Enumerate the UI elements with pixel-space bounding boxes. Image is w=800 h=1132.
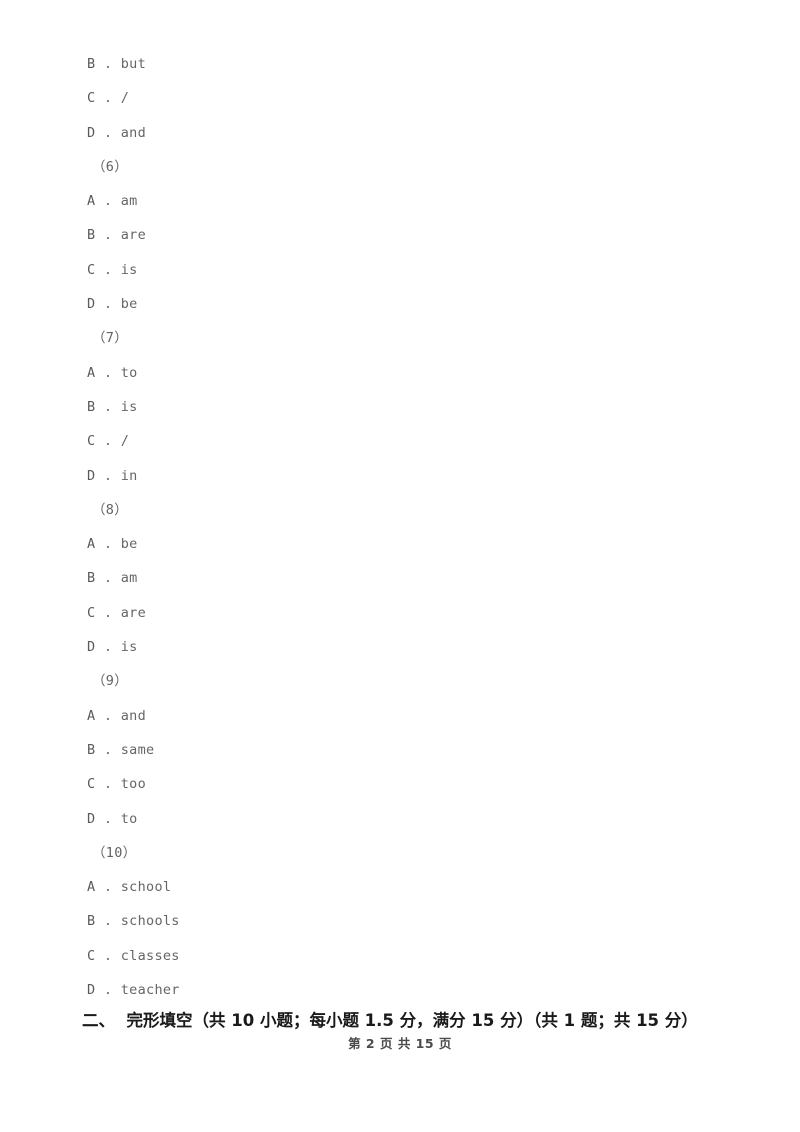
option-row: A . school [0,870,800,904]
option-row: A . and [0,699,800,733]
option-text: to [120,810,138,827]
option-separator: . [95,90,121,107]
option-separator: . [95,364,121,381]
option-row: C . too [0,767,800,801]
option-text: too [120,776,147,793]
option-separator: . [95,56,121,72]
option-text: are [120,604,147,621]
option-text: school [120,879,172,896]
option-separator: . [95,982,121,999]
option-text: to [120,364,138,381]
option-row: C . classes [0,939,800,973]
option-text: schools [120,913,180,930]
option-text: / [120,90,130,107]
question-number: （8） [92,501,129,518]
question-number: （9） [92,673,129,690]
option-separator: . [95,570,121,587]
option-text: am [120,193,138,210]
option-separator: . [95,261,121,278]
option-row: D . is [0,630,800,664]
option-text: classes [120,947,180,964]
question-number: （10） [92,844,137,861]
option-text: in [120,467,138,484]
option-row: C . / [0,424,800,458]
option-row: C . is [0,253,800,287]
option-separator: . [95,398,121,415]
option-text: are [120,227,147,244]
option-text: is [120,261,138,278]
option-text: be [120,296,138,313]
question-options-list: B . but C . / D . and （6） A . am B . are C . i… [0,0,800,1007]
question-number: （7） [92,330,129,347]
page-footer: 第 2 页 共 15 页 [348,1036,452,1051]
option-text: is [120,639,138,656]
option-row: B . are [0,218,800,252]
option-row: C . / [0,81,800,115]
option-text: but [120,56,147,72]
option-separator: . [95,639,121,656]
option-row: B . schools [0,904,800,938]
section-heading: 二、 完形填空（共 10 小题；每小题 1.5 分，满分 15 分）（共 1 题… [82,1011,698,1030]
option-separator: . [95,536,121,553]
document-page: B . but C . / D . and （6） A . am B . are C . i… [0,0,800,1132]
option-separator: . [95,296,121,313]
option-separator: . [95,227,121,244]
option-text: teacher [120,982,180,999]
option-separator: . [95,193,121,210]
option-separator: . [95,947,121,964]
option-text: is [120,398,138,415]
option-row: D . in [0,459,800,493]
question-number: （6） [92,158,129,175]
option-separator: . [95,879,121,896]
option-row: A . am [0,184,800,218]
option-separator: . [95,707,121,724]
option-text: and [120,707,147,724]
option-separator: . [95,810,121,827]
option-row: D . to [0,802,800,836]
option-separator: . [95,741,121,758]
option-text: same [120,741,155,758]
option-row: D . teacher [0,973,800,1007]
option-row: B . same [0,733,800,767]
option-text: / [120,433,130,450]
option-text: and [120,124,147,141]
option-row: A . to [0,356,800,390]
option-row: B . am [0,561,800,595]
option-text: be [120,536,138,553]
option-row: A . be [0,527,800,561]
option-separator: . [95,467,121,484]
option-row: D . and [0,116,800,150]
option-row: B . is [0,390,800,424]
option-row: C . are [0,596,800,630]
option-separator: . [95,433,121,450]
option-row: B . but [0,47,800,81]
option-separator: . [95,604,121,621]
option-text: am [120,570,138,587]
option-separator: . [95,124,121,141]
option-separator: . [95,776,121,793]
option-separator: . [95,913,121,930]
option-row: D . be [0,287,800,321]
